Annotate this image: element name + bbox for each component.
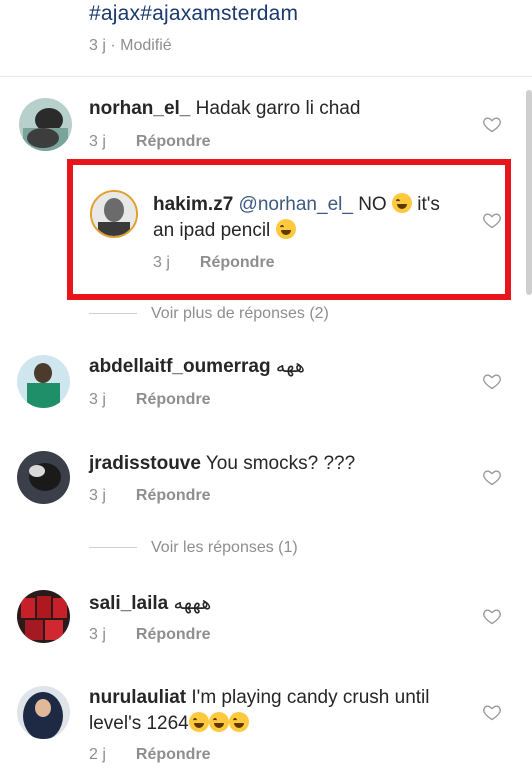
avatar[interactable] [17, 686, 70, 739]
reply-button[interactable]: Répondre [136, 391, 211, 408]
comment-username[interactable]: hakim.z7 [153, 194, 233, 215]
comment-username[interactable]: nurulauliat [89, 687, 186, 708]
heart-outline-icon[interactable] [482, 210, 502, 230]
view-replies-label[interactable]: Voir les réponses (1) [151, 539, 298, 556]
rofl-emoji-icon [228, 712, 249, 732]
heart-outline-icon[interactable] [482, 371, 502, 391]
divider [89, 547, 137, 549]
reply-button[interactable]: Répondre [136, 626, 211, 643]
divider [0, 76, 532, 77]
comment-time: 3 j [89, 487, 106, 504]
view-more-label[interactable]: Voir plus de réponses (2) [151, 305, 329, 322]
comment-time: 3 j [153, 254, 170, 271]
laughing-emoji-icon [391, 193, 412, 213]
view-replies[interactable]: Voir les réponses (1) [89, 539, 298, 557]
comment-username[interactable]: sali_laila [89, 593, 168, 614]
comment-body: I'm playing candy crush until [191, 687, 430, 708]
reply-button[interactable]: Répondre [200, 254, 275, 271]
comment-meta: 3 j Répondre [89, 487, 211, 505]
comment-time: 3 j [89, 133, 106, 150]
comment-meta: 3 j Répondre [89, 391, 211, 409]
post-meta: 3 j · Modifié [89, 37, 172, 54]
avatar[interactable] [17, 355, 70, 408]
comment-text: nurulauliat I'm playing candy crush unti… [89, 685, 479, 737]
comment-time: 3 j [89, 391, 106, 408]
comment-text: jradisstouve You smocks? ??? [89, 451, 355, 477]
avatar[interactable] [17, 590, 70, 643]
comment-meta: 2 j Répondre [89, 746, 211, 764]
laughing-emoji-icon [275, 219, 296, 239]
divider [89, 313, 137, 315]
scrollbar[interactable] [526, 90, 532, 295]
heart-outline-icon[interactable] [482, 467, 502, 487]
rofl-emoji-icon [188, 712, 209, 732]
heart-outline-icon[interactable] [482, 114, 502, 134]
comment-body: هههه [173, 593, 212, 614]
comment-body: Hadak garro li chad [195, 98, 361, 119]
reply-button[interactable]: Répondre [136, 133, 211, 150]
rofl-emoji-icon [208, 712, 229, 732]
comment-meta: 3 j Répondre [89, 626, 211, 644]
post-hashtags[interactable]: #ajax#ajaxamsterdam [89, 2, 298, 26]
avatar[interactable] [19, 98, 72, 151]
comment-username[interactable]: jradisstouve [89, 453, 201, 474]
comment-body: You smocks? ??? [205, 453, 356, 474]
heart-outline-icon[interactable] [482, 702, 502, 722]
reply-button[interactable]: Répondre [136, 746, 211, 763]
comment-body: level's 1264 [89, 713, 189, 734]
comment-time: 2 j [89, 746, 106, 763]
comment-text: sali_laila هههه [89, 591, 211, 617]
comment-text: hakim.z7 @norhan_el_ NO it's an ipad pen… [153, 192, 483, 244]
mention-link[interactable]: @norhan_el_ [239, 194, 353, 215]
comment-username[interactable]: abdellaitf_oumerrag [89, 356, 271, 377]
comment-meta: 3 j Répondre [153, 254, 275, 272]
comment-body: an ipad pencil [153, 220, 271, 241]
view-more-replies[interactable]: Voir plus de réponses (2) [89, 305, 329, 323]
reply-button[interactable]: Répondre [136, 487, 211, 504]
comment-body: it's [417, 194, 440, 215]
comment-text: norhan_el_ Hadak garro li chad [89, 96, 360, 122]
avatar[interactable] [17, 451, 70, 504]
comment-time: 3 j [89, 626, 106, 643]
heart-outline-icon[interactable] [482, 606, 502, 626]
avatar[interactable] [90, 190, 138, 238]
comment-body: ههه [275, 356, 305, 377]
comment-username[interactable]: norhan_el_ [89, 98, 190, 119]
comment-meta: 3 j Répondre [89, 133, 211, 151]
comment-text: abdellaitf_oumerrag ههه [89, 354, 305, 380]
comment-body: NO [358, 194, 387, 215]
